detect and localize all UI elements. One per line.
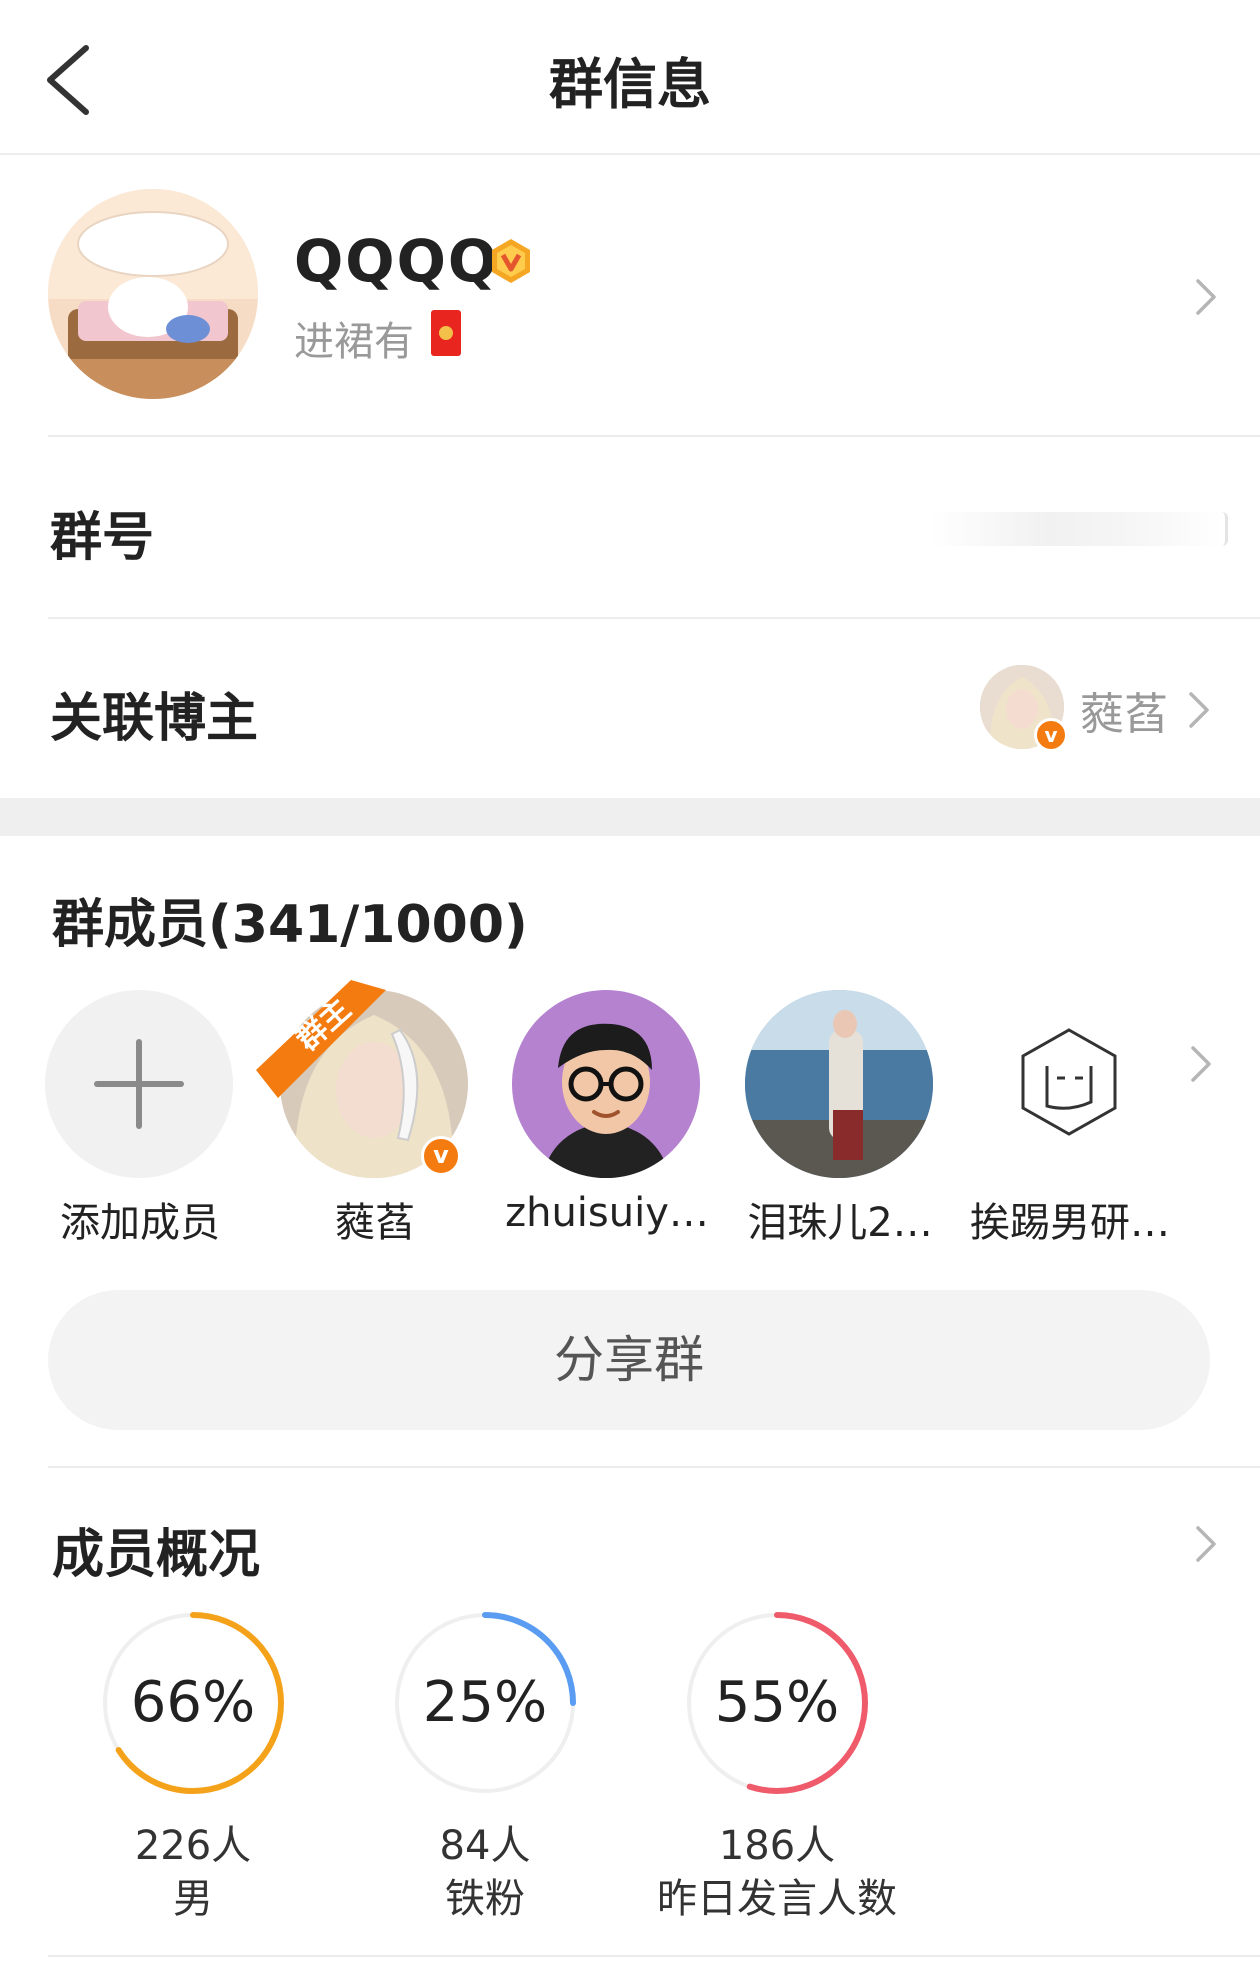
- plus-icon: [45, 990, 233, 1178]
- group-number-value-masked: [930, 512, 1228, 546]
- overview-title: 成员概况: [52, 1525, 261, 1585]
- member-avatar: [975, 990, 1163, 1178]
- chevron-right-icon: [1189, 692, 1209, 728]
- verified-badge-icon: v: [1034, 718, 1068, 752]
- stat-label: 昨日发言人数: [657, 1876, 897, 1922]
- verified-badge-icon: v: [421, 1136, 461, 1176]
- member-name: 泪珠儿2…: [747, 1200, 933, 1246]
- group-profile-row[interactable]: QQQQ 进裙有: [0, 157, 1260, 435]
- member-item[interactable]: zhuisuiy…: [505, 990, 709, 1250]
- member-item[interactable]: 挨踢男研…: [970, 990, 1170, 1250]
- add-member-button[interactable]: 添加成员: [40, 990, 240, 1250]
- section-separator: [0, 798, 1260, 836]
- stat-count: 186人: [718, 1823, 836, 1869]
- member-name: 挨踢男研…: [970, 1200, 1170, 1246]
- divider: [48, 617, 1260, 619]
- member-item[interactable]: 泪珠儿2…: [740, 990, 940, 1250]
- chevron-right-icon: [1196, 279, 1216, 315]
- chevron-right-icon: [1196, 1526, 1216, 1562]
- chevron-right-icon[interactable]: [1185, 1042, 1217, 1086]
- stat-percent: 55%: [714, 1670, 840, 1735]
- linked-blogger-name: 蕤萏: [1080, 689, 1168, 740]
- members-title: 群成员(341/1000): [52, 895, 528, 955]
- stat-percent: 66%: [130, 1670, 256, 1735]
- stat-percent: 25%: [422, 1670, 548, 1735]
- red-envelope-icon: [431, 310, 461, 356]
- divider: [48, 1466, 1260, 1468]
- group-avatar: [48, 189, 258, 399]
- member-name: 蕤萏: [335, 1200, 415, 1246]
- top-bar: 群信息: [0, 0, 1260, 155]
- divider: [48, 1955, 1260, 1957]
- owner-ribbon-badge: 群主: [256, 980, 386, 1098]
- divider: [48, 435, 1260, 437]
- member-avatar: [745, 990, 933, 1178]
- member-avatar: [512, 990, 700, 1178]
- group-subtitle: 进裙有: [294, 319, 414, 365]
- member-name: zhuisuiy…: [505, 1190, 709, 1236]
- linked-blogger-label: 关联博主: [50, 689, 259, 749]
- page-title: 群信息: [549, 53, 711, 116]
- group-number-label: 群号: [50, 508, 155, 568]
- share-group-button[interactable]: 分享群: [48, 1290, 1210, 1430]
- vip-badge-icon: [492, 239, 530, 283]
- group-name: QQQQ: [294, 227, 500, 295]
- member-name: 添加成员: [60, 1200, 220, 1246]
